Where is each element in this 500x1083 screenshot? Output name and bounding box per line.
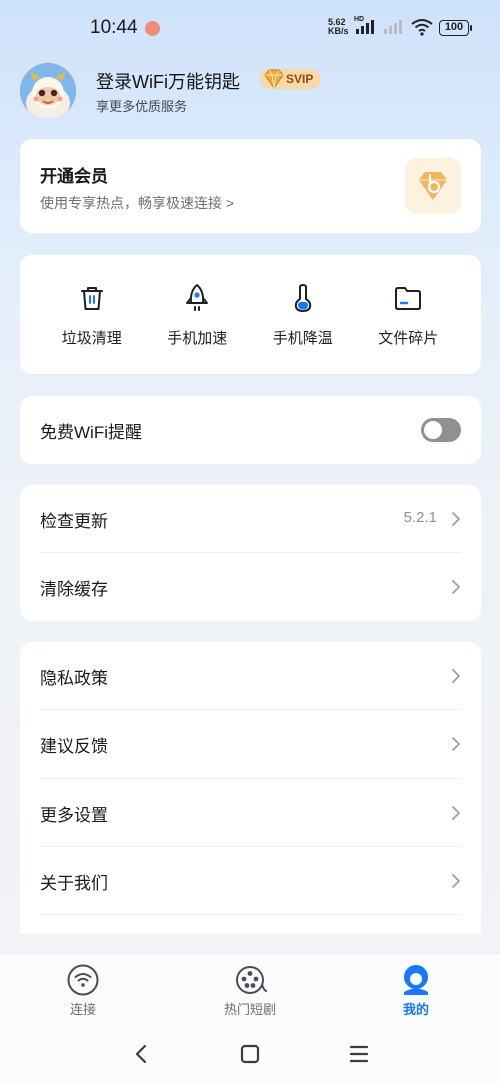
wifi-reminder-label: 免费WiFi提醒 (40, 423, 142, 442)
tool-label: 垃圾清理 (61, 330, 122, 347)
rocket-icon (186, 284, 209, 311)
divider (40, 914, 461, 915)
tool-label: 文件碎片 (378, 330, 439, 347)
tool-label: 手机加速 (167, 330, 228, 347)
more-settings-row[interactable]: 更多设置 (40, 779, 461, 847)
feedback-row[interactable]: 建议反馈 (40, 710, 461, 778)
chevron-right-icon (452, 874, 460, 888)
tool-junk-clean[interactable]: 垃圾清理 (39, 255, 145, 374)
wifi-status-icon (411, 19, 433, 36)
about-us-label: 关于我们 (40, 874, 108, 893)
mascot-avatar-icon (20, 63, 76, 119)
tools-card: 垃圾清理 手机加速 手机降温 文件碎片 (20, 255, 481, 374)
check-update-row[interactable]: 检查更新 5.2.1 (40, 485, 461, 553)
wifi-reminder-toggle[interactable] (421, 418, 461, 442)
chevron-right-icon (452, 669, 460, 683)
tool-label: 手机降温 (272, 330, 333, 347)
user-tab-icon (404, 965, 428, 995)
folder-icon (395, 287, 422, 310)
battery-icon: 100 (439, 20, 472, 36)
vip-diamond-icon (419, 172, 447, 200)
vip-description: 使用专享热点，畅享极速连接 > (40, 195, 235, 211)
settings-group-info: 隐私政策 建议反馈 更多设置 关于我们 (20, 642, 481, 934)
wifi-tab-icon (67, 964, 99, 996)
chevron-right-icon (452, 806, 460, 820)
about-us-row[interactable]: 关于我们 (40, 847, 461, 915)
battery-level: 100 (444, 21, 464, 33)
tiktok-notification-icon (145, 21, 160, 36)
tool-phone-boost[interactable]: 手机加速 (145, 255, 251, 374)
version-value: 5.2.1 (403, 509, 437, 526)
tool-phone-cool[interactable]: 手机降温 (250, 255, 356, 374)
back-icon[interactable] (132, 1043, 150, 1070)
network-speed-unit: KB/s (328, 26, 349, 36)
vip-title: 开通会员 (40, 167, 108, 186)
status-time: 10:44 (90, 17, 138, 38)
trash-icon (80, 287, 103, 310)
avatar[interactable] (20, 63, 76, 119)
network-speed: 5.62 KB/s (328, 18, 349, 36)
profile-subtitle: 享更多优质服务 (96, 99, 188, 114)
signal-icon (356, 20, 374, 34)
chevron-right-icon (452, 512, 460, 526)
bottom-tab-bar: 连接 热门短剧 我的 (0, 953, 500, 1029)
status-bar: 10:44 5.62 KB/s HD 100 (0, 0, 500, 58)
svip-badge[interactable]: SVIP (260, 69, 322, 89)
login-prompt[interactable]: 登录WiFi万能钥匙 (96, 68, 240, 94)
privacy-policy-label: 隐私政策 (40, 669, 108, 688)
tab-me[interactable]: 我的 (333, 954, 499, 1030)
svip-label: SVIP (286, 72, 314, 86)
privacy-policy-row[interactable]: 隐私政策 (40, 642, 461, 710)
tab-me-label: 我的 (402, 1002, 429, 1017)
tab-hot-dramas[interactable]: 热门短剧 (167, 954, 333, 1030)
film-reel-icon (236, 966, 267, 994)
thermometer-icon (294, 284, 311, 312)
clear-cache-label: 清除缓存 (40, 580, 108, 599)
chevron-right-icon (452, 737, 460, 751)
wifi-reminder-row: 免费WiFi提醒 (40, 396, 461, 464)
check-update-label: 检查更新 (40, 512, 108, 531)
vip-badge (405, 158, 461, 214)
chevron-right-icon (452, 580, 460, 594)
recents-icon[interactable] (349, 1043, 369, 1070)
signal-secondary-icon (384, 20, 402, 34)
tab-connect[interactable]: 连接 (0, 954, 166, 1030)
tab-connect-label: 连接 (69, 1002, 96, 1017)
clear-cache-row[interactable]: 清除缓存 (40, 553, 461, 621)
home-icon[interactable] (240, 1043, 260, 1070)
wifi-reminder-card: 免费WiFi提醒 (20, 396, 481, 464)
settings-group-update: 检查更新 5.2.1 清除缓存 (20, 485, 481, 621)
system-navigation-bar (0, 1029, 500, 1083)
diamond-icon (264, 69, 284, 89)
vip-card[interactable]: 开通会员 使用专享热点，畅享极速连接 > (20, 139, 481, 233)
tab-dramas-label: 热门短剧 (223, 1002, 276, 1017)
tool-file-fragments[interactable]: 文件碎片 (356, 255, 462, 374)
feedback-label: 建议反馈 (40, 737, 108, 756)
more-settings-label: 更多设置 (40, 806, 108, 825)
